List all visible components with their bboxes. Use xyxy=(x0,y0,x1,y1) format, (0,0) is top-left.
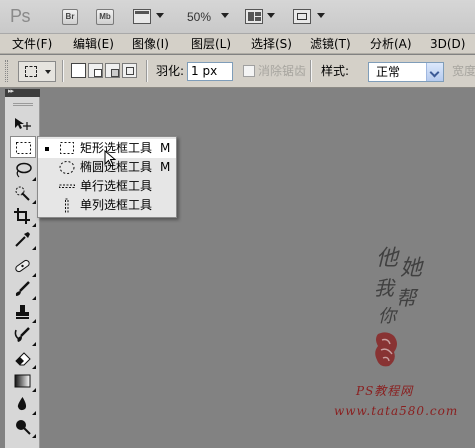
flyout-item-single-column-marquee[interactable]: 单列选框工具 xyxy=(38,196,176,215)
menu-image[interactable]: 图像(I) xyxy=(132,36,169,52)
feather-label: 羽化: xyxy=(156,64,185,78)
eyedropper-icon xyxy=(15,232,30,247)
add-to-selection-button[interactable] xyxy=(88,63,103,78)
antialias-label: 消除锯齿 xyxy=(258,64,307,78)
clone-stamp-tool[interactable] xyxy=(10,301,36,323)
move-icon xyxy=(15,118,31,130)
style-select-value: 正常 xyxy=(376,65,401,79)
rectangular-marquee-icon xyxy=(16,142,31,154)
view-extras-icon[interactable] xyxy=(133,9,151,24)
shortcut-key: M xyxy=(160,141,171,155)
zoom-caret-icon[interactable] xyxy=(221,13,229,18)
quick-selection-tool[interactable] xyxy=(10,182,36,204)
tools-panel-header[interactable]: ▸▸ xyxy=(5,87,40,97)
chevron-down-icon[interactable] xyxy=(426,63,443,81)
arrange-documents-icon[interactable] xyxy=(245,9,263,24)
divider xyxy=(310,60,312,82)
crop-icon xyxy=(14,208,30,224)
watermark-site-name: PS教程网 xyxy=(356,384,414,398)
expand-panel-icon[interactable]: ▸▸ xyxy=(8,87,14,95)
mini-bridge-button[interactable]: Mb xyxy=(96,9,114,25)
menu-layer[interactable]: 图层(L) xyxy=(191,36,231,52)
dodge-tool[interactable] xyxy=(10,416,36,438)
watermark-calligraphy-char: 帮 xyxy=(396,286,416,310)
single-column-marquee-icon xyxy=(65,198,69,213)
shortcut-key: M xyxy=(160,160,171,174)
spot-healing-brush-tool[interactable] xyxy=(10,255,36,277)
application-bar: Ps Br Mb 50% xyxy=(0,0,475,34)
bridge-button[interactable]: Br xyxy=(62,9,78,25)
marquee-tools-flyout: 矩形选框工具 M 椭圆选框工具 M 单行选框工具 单列选框工具 xyxy=(37,136,177,218)
width-label: 宽度 xyxy=(452,64,475,78)
tools-panel xyxy=(5,97,40,448)
screen-mode-icon[interactable] xyxy=(293,9,311,24)
blur-tool[interactable] xyxy=(10,393,36,415)
photoshop-logo: Ps xyxy=(10,6,31,26)
arrange-caret-icon[interactable] xyxy=(267,13,275,18)
options-bar: 羽化: 1 px 消除锯齿 样式: 正常 宽度 xyxy=(0,55,475,88)
watermark-calligraphy-char: 我 xyxy=(374,276,394,300)
brush-tool[interactable] xyxy=(10,278,36,300)
menu-bar: 文件(F) 编辑(E) 图像(I) 图层(L) 选择(S) 滤镜(T) 分析(A… xyxy=(0,34,475,54)
brush-icon xyxy=(15,281,30,296)
divider xyxy=(146,60,148,82)
selected-bullet-icon xyxy=(45,147,49,151)
flyout-item-label: 单行选框工具 xyxy=(80,179,153,193)
new-selection-button[interactable] xyxy=(71,63,86,78)
intersect-selection-button[interactable] xyxy=(122,63,137,78)
gradient-tool[interactable] xyxy=(10,370,36,392)
watermark-url: www.tata580.com xyxy=(334,404,459,418)
watermark-calligraphy-char: 你 xyxy=(378,306,396,327)
tool-preset-picker[interactable] xyxy=(18,61,56,82)
move-tool[interactable] xyxy=(10,113,36,135)
eraser-icon xyxy=(15,352,31,366)
flyout-item-label: 单列选框工具 xyxy=(80,198,153,212)
antialias-checkbox[interactable] xyxy=(243,65,255,77)
menu-analysis[interactable]: 分析(A) xyxy=(370,36,412,52)
red-seal-stamp xyxy=(375,332,397,367)
menu-edit[interactable]: 编辑(E) xyxy=(73,36,114,52)
blur-drop-icon xyxy=(17,397,27,411)
gradient-icon xyxy=(14,374,31,388)
mouse-pointer-icon xyxy=(104,150,116,167)
style-label: 样式: xyxy=(321,64,350,78)
rect-marquee-icon xyxy=(60,142,74,154)
style-select[interactable]: 正常 xyxy=(368,62,444,82)
marquee-preset-icon xyxy=(25,66,37,77)
quick-selection-icon xyxy=(15,186,30,201)
ellipse-marquee-icon xyxy=(59,161,75,174)
rectangular-marquee-tool[interactable] xyxy=(10,136,36,158)
flyout-item-label: 椭圆选框工具 xyxy=(80,160,153,174)
preset-caret-icon xyxy=(45,70,51,74)
menu-file[interactable]: 文件(F) xyxy=(12,36,52,52)
zoom-level[interactable]: 50% xyxy=(187,10,211,24)
watermark-calligraphy-char: 他 xyxy=(376,246,399,271)
options-bar-grip[interactable] xyxy=(5,60,8,82)
watermark-calligraphy-char: 她 xyxy=(400,256,423,281)
history-brush-tool[interactable] xyxy=(10,324,36,346)
divider xyxy=(62,60,64,82)
lasso-icon xyxy=(16,162,32,178)
menu-3d[interactable]: 3D(D) xyxy=(430,36,465,52)
dodge-icon xyxy=(16,420,31,435)
screen-mode-caret-icon[interactable] xyxy=(317,13,325,18)
crop-tool[interactable] xyxy=(10,205,36,227)
flyout-item-single-row-marquee[interactable]: 单行选框工具 xyxy=(38,177,176,196)
flyout-item-label: 矩形选框工具 xyxy=(80,141,153,155)
history-brush-icon xyxy=(14,327,30,342)
eraser-tool[interactable] xyxy=(10,347,36,369)
stamp-icon xyxy=(16,305,29,319)
bandage-icon xyxy=(15,259,30,273)
tools-panel-grip[interactable] xyxy=(13,103,33,106)
menu-select[interactable]: 选择(S) xyxy=(251,36,292,52)
lasso-tool[interactable] xyxy=(10,159,36,181)
menu-filter[interactable]: 滤镜(T) xyxy=(310,36,351,52)
eyedropper-tool[interactable] xyxy=(10,228,36,250)
single-row-marquee-icon xyxy=(59,184,75,188)
feather-input[interactable]: 1 px xyxy=(187,62,233,81)
subtract-from-selection-button[interactable] xyxy=(105,63,120,78)
view-extras-caret-icon[interactable] xyxy=(156,13,164,18)
